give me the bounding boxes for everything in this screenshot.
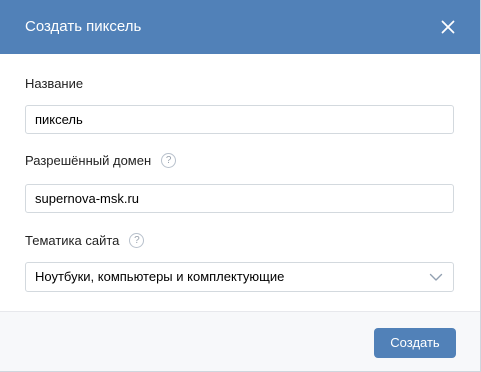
close-button[interactable] (438, 17, 458, 37)
domain-field-label-row: Разрешённый домен? (25, 153, 177, 169)
name-field-label: Название (25, 76, 84, 91)
topic-field-label-row: Тематика сайта? (25, 233, 145, 249)
close-icon (441, 20, 455, 34)
topic-select-value: Ноутбуки, компьютеры и комплектующие (35, 269, 285, 284)
dialog-header: Создать пиксель (0, 0, 480, 54)
topic-select[interactable]: Ноутбуки, компьютеры и комплектующие (25, 262, 454, 292)
domain-field-label: Разрешённый домен (25, 153, 152, 168)
chevron-down-icon (429, 273, 443, 281)
create-button[interactable]: Создать (374, 328, 456, 358)
name-input[interactable] (25, 105, 454, 134)
question-icon[interactable]: ? (161, 153, 177, 169)
dialog-footer: Создать (0, 311, 480, 371)
question-icon[interactable]: ? (129, 233, 145, 249)
domain-input[interactable] (25, 184, 454, 213)
topic-field-label: Тематика сайта (25, 233, 120, 248)
dialog-title: Создать пиксель (25, 18, 142, 35)
create-pixel-dialog: Создать пиксель Название Разрешённый дом… (0, 0, 481, 372)
